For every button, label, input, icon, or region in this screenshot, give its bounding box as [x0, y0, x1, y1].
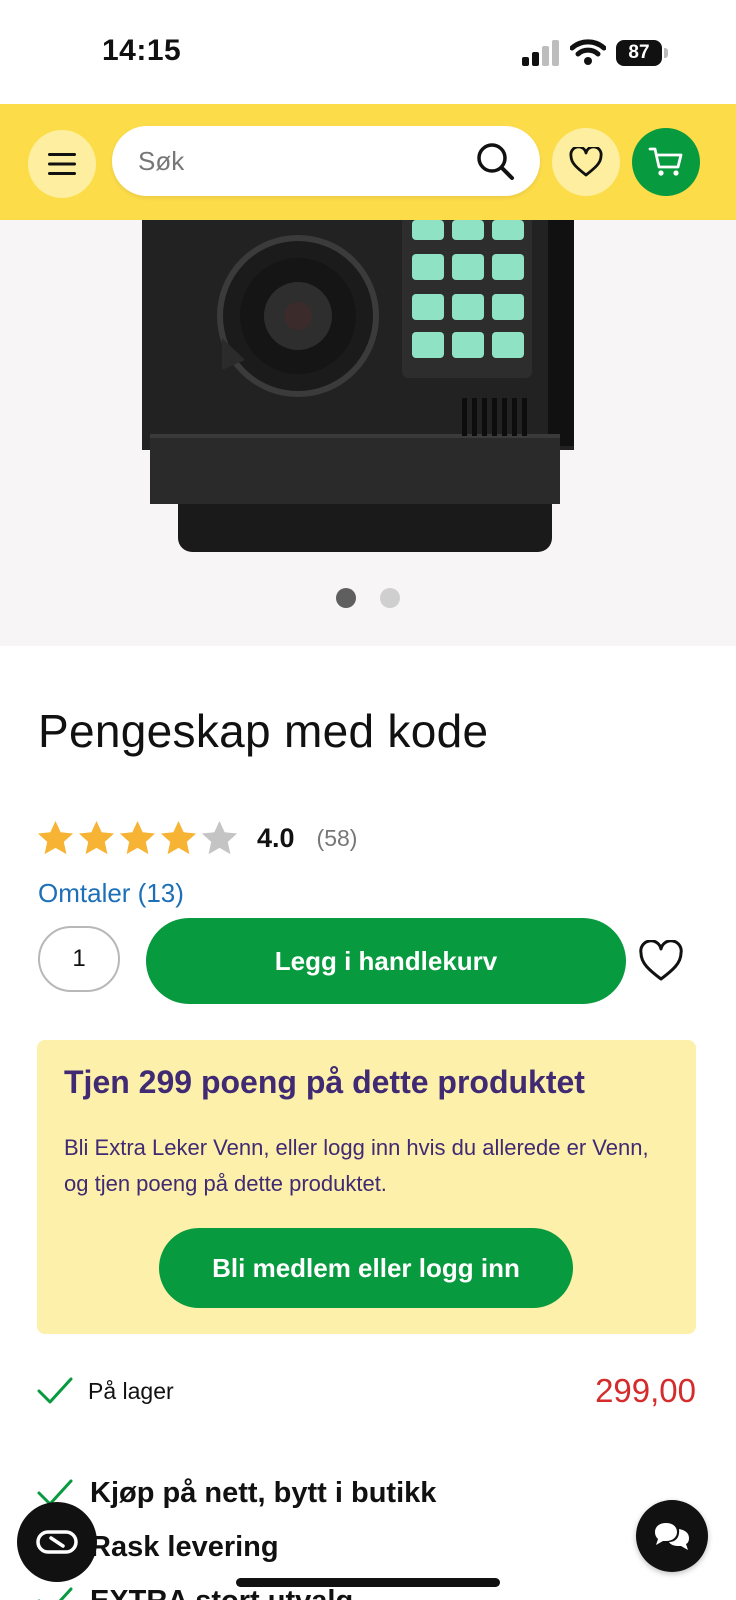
join-or-login-button[interactable]: Bli medlem eller logg inn: [159, 1228, 573, 1308]
loyalty-title: Tjen 299 poeng på dette produktet: [64, 1064, 585, 1100]
heart-icon: [569, 147, 603, 177]
star-filled-icon: [37, 820, 74, 854]
search-box[interactable]: [112, 126, 540, 196]
rating-row: 4.0 (58): [36, 816, 357, 860]
menu-icon: [48, 153, 76, 175]
star-filled-icon: [78, 820, 115, 854]
loyalty-text: Bli Extra Leker Venn, eller logg inn hvi…: [64, 1135, 649, 1196]
wifi-icon: [570, 39, 606, 65]
check-icon: [37, 1377, 73, 1404]
accessibility-icon: [36, 1530, 78, 1554]
usp-label: Kjøp på nett, bytt i butikk: [90, 1476, 437, 1509]
cart-icon: [648, 147, 683, 176]
cart-button[interactable]: [632, 128, 700, 196]
chat-icon: [655, 1523, 689, 1550]
battery-icon: 87: [616, 40, 668, 66]
wishlist-heart-icon[interactable]: [638, 940, 684, 982]
carousel-dot-2[interactable]: [380, 588, 400, 608]
stock-status: På lager: [36, 1376, 174, 1406]
search-icon[interactable]: [474, 140, 516, 182]
reviews-link[interactable]: Omtaler (13): [38, 878, 184, 909]
star-filled-icon: [160, 820, 197, 854]
rating-count: (58): [316, 824, 358, 851]
carousel-dot-1[interactable]: [336, 588, 356, 608]
quantity-input[interactable]: 1: [38, 926, 120, 992]
rating-stars: [36, 819, 239, 858]
status-bar: 14:15 87: [0, 0, 736, 104]
home-indicator: [236, 1578, 500, 1587]
star-filled-icon: [119, 820, 156, 854]
stock-text: På lager: [88, 1377, 174, 1404]
accessibility-button[interactable]: [17, 1502, 97, 1582]
favorites-button[interactable]: [552, 128, 620, 196]
loyalty-box: Tjen 299 poeng på dette produktet Bli Ex…: [37, 1040, 696, 1334]
chat-button[interactable]: [636, 1500, 708, 1572]
product-title: Pengeskap med kode: [38, 705, 489, 757]
product-image: [142, 220, 574, 552]
product-price: 299,00: [595, 1372, 696, 1409]
cellular-signal-icon: [522, 40, 559, 66]
search-input[interactable]: [138, 142, 448, 180]
star-empty-icon: [201, 820, 238, 854]
carousel-dots: [0, 588, 736, 608]
usp-item: Kjøp på nett, bytt i butikk: [36, 1466, 436, 1520]
check-icon: [37, 1587, 73, 1600]
rating-value: 4.0: [257, 822, 295, 853]
site-header: [0, 104, 736, 220]
usp-label: Rask levering: [90, 1530, 279, 1563]
status-time: 14:15: [102, 34, 182, 67]
battery-level: 87: [616, 40, 662, 66]
product-image-gallery[interactable]: [0, 220, 736, 646]
menu-button[interactable]: [28, 130, 96, 198]
add-to-cart-button[interactable]: Legg i handlekurv: [146, 918, 626, 1004]
